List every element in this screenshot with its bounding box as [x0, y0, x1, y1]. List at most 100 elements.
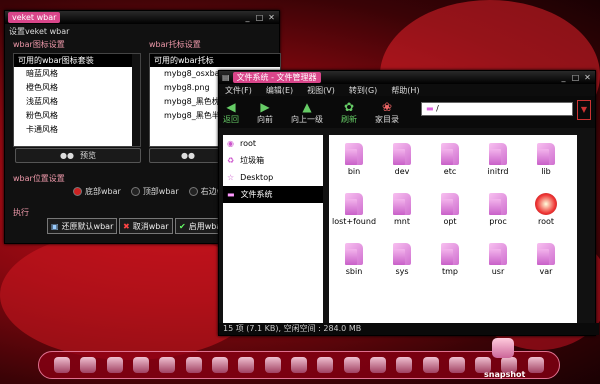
folder-item[interactable]: lib: [523, 143, 569, 176]
folder-label: var: [539, 267, 553, 276]
dock-app-icon[interactable]: [290, 357, 307, 373]
minimize-icon[interactable]: _: [243, 13, 252, 22]
path-field[interactable]: ▬ /: [421, 102, 573, 116]
list-item[interactable]: 卡通风格: [14, 123, 140, 137]
preview-label: 预览: [79, 151, 96, 160]
folder-item[interactable]: sbin: [331, 243, 377, 276]
eyes-icon: ●●: [181, 151, 195, 160]
menu-edit[interactable]: 编辑(E): [266, 85, 293, 96]
dock-app-icon[interactable]: [238, 357, 255, 373]
sidebar-item-trash[interactable]: ♻ 垃圾箱: [223, 152, 323, 169]
dock-app-icon[interactable]: [448, 357, 465, 373]
folder-item[interactable]: proc: [475, 193, 521, 226]
sidebar-item-desktop[interactable]: ☆ Desktop: [223, 169, 323, 186]
maximize-icon[interactable]: □: [571, 73, 580, 82]
snapshot-camera-icon[interactable]: [492, 338, 514, 358]
refresh-button[interactable]: ✿ 刷新: [341, 100, 357, 125]
up-button[interactable]: ▲ 向上一级: [291, 100, 323, 125]
refresh-icon: ✿: [343, 99, 355, 114]
sidebar-item-filesystem[interactable]: ▬ 文件系统: [223, 186, 323, 203]
tray-section-label: wbar托标设置: [149, 40, 201, 49]
back-button[interactable]: ◀ 返回: [223, 100, 239, 125]
sidebar-item-root[interactable]: ◉ root: [223, 135, 323, 152]
home-button[interactable]: ❀ 家目录: [375, 100, 399, 125]
menu-help[interactable]: 帮助(H): [391, 85, 419, 96]
list-item[interactable]: 橙色风格: [14, 81, 140, 95]
preview-button[interactable]: ●● 预览: [15, 148, 141, 163]
home-icon: ❀: [381, 99, 393, 114]
folder-item[interactable]: root: [523, 193, 569, 226]
folder-item[interactable]: lost+found: [331, 193, 377, 226]
folder-item[interactable]: dev: [379, 143, 425, 176]
radio-icon: [130, 187, 140, 196]
folder-label: tmp: [441, 267, 458, 276]
folder-icon: ▤: [222, 73, 230, 82]
restore-default-button[interactable]: ▣ 还原默认wbar: [47, 218, 118, 234]
maximize-icon[interactable]: □: [255, 13, 264, 22]
folder-icon: [393, 193, 411, 215]
scrollbar[interactable]: [132, 54, 140, 146]
list-item[interactable]: 暗蓝风格: [14, 67, 140, 81]
icon-set-list[interactable]: 可用的wbar图标套装 暗蓝风格 橙色风格 浅蓝风格 粉色风格 卡通风格: [13, 53, 141, 147]
minimize-icon[interactable]: _: [559, 73, 568, 82]
folder-item[interactable]: initrd: [475, 143, 521, 176]
folder-item[interactable]: sys: [379, 243, 425, 276]
menu-go[interactable]: 转到(G): [349, 85, 377, 96]
cancel-wbar-button[interactable]: ✖ 取消wbar: [119, 218, 173, 234]
back-label: 返回: [223, 114, 239, 124]
folder-item[interactable]: usr: [475, 243, 521, 276]
dock-app-icon[interactable]: [264, 357, 281, 373]
drive-icon: ▬: [426, 104, 434, 113]
path-dropdown-icon[interactable]: ▼: [577, 100, 591, 120]
dock-app-icon[interactable]: [80, 357, 97, 373]
dock-app-icon[interactable]: [159, 357, 176, 373]
folder-icon: [393, 243, 411, 265]
folder-label: lost+found: [331, 217, 377, 226]
folder-item[interactable]: var: [523, 243, 569, 276]
position-bottom-radio[interactable]: 底部wbar: [73, 186, 121, 197]
menu-file[interactable]: 文件(F): [225, 85, 252, 96]
dock-app-icon[interactable]: [343, 357, 360, 373]
drive-icon: ▬: [227, 190, 235, 199]
file-manager-titlebar[interactable]: ▤ 文件系统 - 文件管理器 _ □ ✕: [219, 71, 595, 84]
dock-app-icon[interactable]: [106, 357, 123, 373]
icon-set-list-header: 可用的wbar图标套装: [14, 54, 140, 67]
forward-button[interactable]: ▶ 向前: [257, 100, 273, 125]
folder-label: sys: [395, 267, 409, 276]
folder-item[interactable]: opt: [427, 193, 473, 226]
folder-item[interactable]: etc: [427, 143, 473, 176]
folder-item[interactable]: tmp: [427, 243, 473, 276]
folder-item[interactable]: mnt: [379, 193, 425, 226]
tray-preview-button[interactable]: ●●: [149, 148, 227, 163]
window-title: veket wbar: [8, 12, 61, 23]
wbar-heading: 设置veket wbar: [9, 27, 70, 36]
menu-view[interactable]: 视图(V): [307, 85, 335, 96]
list-item[interactable]: 浅蓝风格: [14, 95, 140, 109]
dock-app-icon[interactable]: [133, 357, 150, 373]
dock-app-icon[interactable]: [369, 357, 386, 373]
folder-icon: [489, 243, 507, 265]
dock-hover-label: snapshot: [484, 370, 526, 379]
forward-label: 向前: [257, 114, 273, 124]
dock-app-icon[interactable]: [317, 357, 334, 373]
dock-app-icon[interactable]: [185, 357, 202, 373]
dock-app-icon[interactable]: [54, 357, 71, 373]
close-icon[interactable]: ✕: [267, 13, 276, 22]
position-top-radio[interactable]: 顶部wbar: [130, 186, 179, 197]
flower-folder-icon: [535, 193, 557, 215]
tray-list-header: 可用的wbar托标: [150, 54, 280, 67]
folder-item[interactable]: bin: [331, 143, 377, 176]
folder-icon: [441, 243, 459, 265]
file-grid: bin dev etc initrd lib lost+found mnt op…: [329, 135, 577, 325]
sidebar-item-label: 垃圾箱: [240, 156, 265, 165]
list-item[interactable]: 粉色风格: [14, 109, 140, 123]
radio-icon: [188, 187, 198, 196]
dock-app-icon[interactable]: [212, 357, 229, 373]
folder-icon: [489, 143, 507, 165]
wbar-titlebar[interactable]: veket wbar _ □ ✕: [5, 11, 279, 24]
dock-app-icon[interactable]: [396, 357, 413, 373]
close-icon[interactable]: ✕: [583, 73, 592, 82]
dock-app-icon[interactable]: [422, 357, 439, 373]
dock-app-icon[interactable]: [527, 357, 544, 373]
forward-arrow-icon: ▶: [260, 99, 270, 114]
